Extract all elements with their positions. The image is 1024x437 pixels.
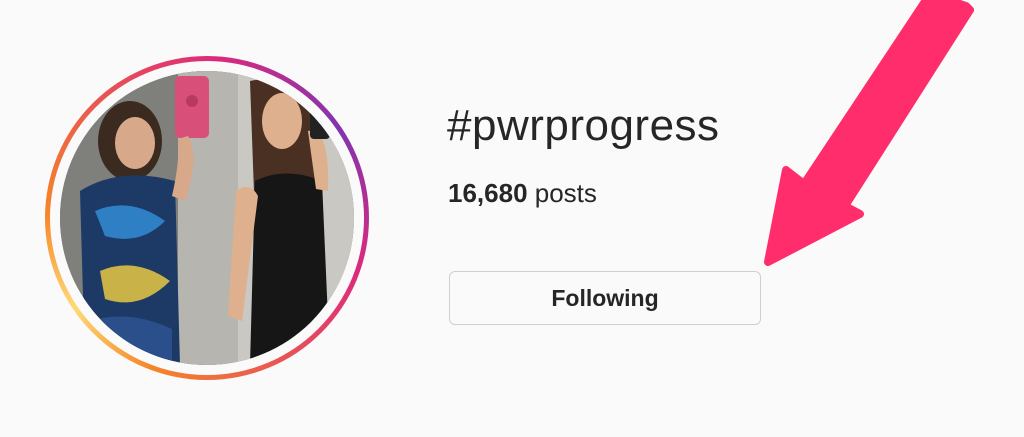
hashtag-avatar-ring[interactable]	[45, 56, 369, 380]
post-count-number: 16,680	[448, 178, 528, 208]
hashtag-avatar-photo	[60, 71, 354, 365]
hashtag-title: #pwrprogress	[447, 101, 720, 150]
following-button[interactable]: Following	[449, 271, 761, 325]
post-count: 16,680 posts	[448, 178, 597, 209]
arrow-pointer-icon	[764, 0, 974, 266]
post-count-label: posts	[527, 178, 597, 208]
